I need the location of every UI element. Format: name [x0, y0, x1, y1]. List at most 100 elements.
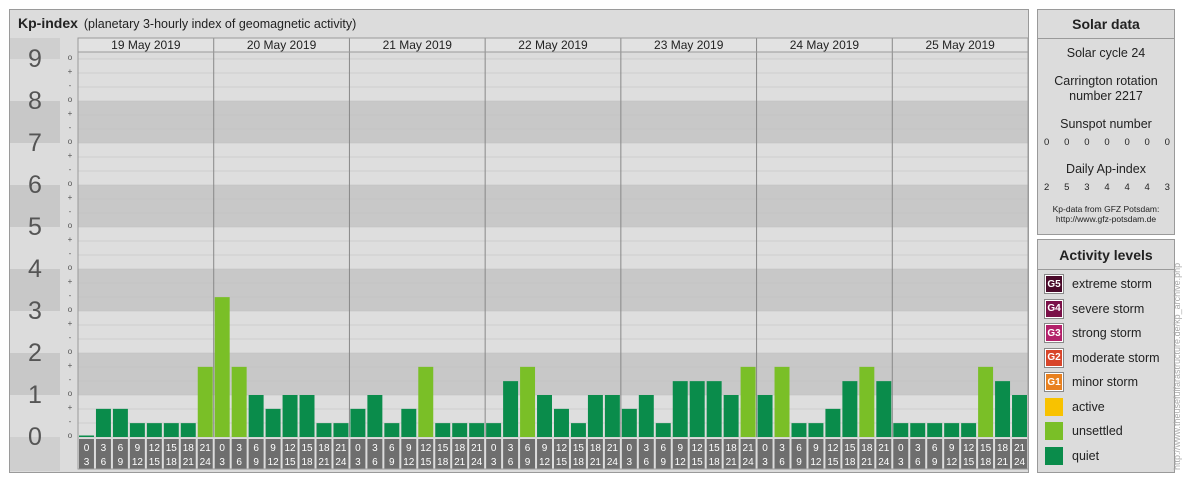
interval-end-label: 24 — [471, 457, 483, 468]
interval-end-label: 12 — [675, 457, 687, 468]
interval-start-label: 18 — [318, 443, 330, 454]
source-note-line2[interactable]: http://www.gfz-potsdam.de — [1038, 214, 1174, 224]
legend-item-severe-storm: G4 severe storm — [1044, 298, 1144, 319]
interval-start-label: 3 — [236, 443, 242, 454]
interval-end-label: 12 — [268, 457, 280, 468]
minor-tick-label: o — [68, 347, 73, 356]
minor-tick-label: + — [68, 235, 73, 244]
ap-index-values: 2 5 3 4 4 4 3 — [1044, 182, 1170, 193]
day-label: 20 May 2019 — [247, 38, 317, 52]
interval-start-label: 9 — [813, 443, 819, 454]
kp-bar-chart: o-+o-+o-+o-+o-+o-+o-+o-+o-+o0123456789 19… — [10, 37, 1028, 471]
kp-bar — [876, 381, 892, 437]
interval-start-label: 0 — [762, 443, 768, 454]
carrington-line1: Carrington rotation — [1054, 74, 1158, 88]
interval-start-label: 6 — [932, 443, 938, 454]
interval-start-label: 18 — [997, 443, 1009, 454]
kp-bar — [570, 423, 586, 437]
interval-start-label: 9 — [135, 443, 141, 454]
minor-tick-label: o — [68, 431, 73, 440]
interval-start-label: 3 — [779, 443, 785, 454]
interval-start-label: 6 — [796, 443, 802, 454]
interval-end-label: 3 — [355, 457, 361, 468]
minor-tick-label: - — [69, 417, 72, 426]
ap-value: 2 — [1044, 182, 1050, 193]
interval-start-label: 12 — [692, 443, 704, 454]
interval-end-label: 21 — [318, 457, 330, 468]
kp-bar — [350, 408, 366, 437]
minor-tick-label: - — [69, 81, 72, 90]
kp-bar — [367, 395, 383, 437]
interval-start-label: 12 — [420, 443, 432, 454]
interval-start-label: 21 — [607, 443, 619, 454]
kp-bar — [995, 381, 1011, 437]
interval-end-label: 21 — [997, 457, 1009, 468]
y-tick-label: 9 — [28, 45, 42, 73]
interval-start-label: 15 — [844, 443, 856, 454]
interval-start-label: 0 — [898, 443, 904, 454]
kp-bar — [621, 408, 637, 437]
minor-tick-label: o — [68, 179, 73, 188]
legend-item-unsettled: unsettled — [1045, 421, 1123, 441]
interval-end-label: 9 — [932, 457, 938, 468]
y-tick-label: 7 — [28, 129, 42, 157]
interval-end-label: 18 — [437, 457, 449, 468]
kp-bar — [587, 395, 603, 437]
interval-start-label: 18 — [726, 443, 738, 454]
interval-start-label: 9 — [406, 443, 412, 454]
interval-end-label: 15 — [963, 457, 975, 468]
kp-bar — [893, 423, 909, 437]
interval-end-label: 18 — [709, 457, 721, 468]
interval-start-label: 21 — [335, 443, 347, 454]
interval-start-label: 0 — [627, 443, 633, 454]
kp-chart-panel: Kp-index (planetary 3-hourly index of geo… — [9, 9, 1029, 473]
interval-end-label: 21 — [590, 457, 602, 468]
interval-start-label: 9 — [677, 443, 683, 454]
interval-end-label: 18 — [166, 457, 178, 468]
interval-start-label: 9 — [542, 443, 548, 454]
solar-cycle: Solar cycle 24 — [1066, 46, 1146, 60]
interval-end-label: 15 — [692, 457, 704, 468]
kp-bar — [282, 395, 298, 437]
legend-swatch — [1045, 446, 1063, 465]
legend-label: active — [1072, 399, 1105, 414]
minor-tick-label: - — [69, 165, 72, 174]
kp-bar — [842, 381, 858, 437]
kp-bar — [452, 423, 468, 437]
legend-swatch: G5 — [1044, 274, 1064, 294]
interval-start-label: 15 — [709, 443, 721, 454]
interval-end-label: 15 — [556, 457, 568, 468]
interval-start-label: 9 — [270, 443, 276, 454]
interval-end-label: 12 — [132, 457, 144, 468]
minor-tick-label: + — [68, 67, 73, 76]
kp-bar — [401, 408, 417, 437]
minor-tick-label: + — [68, 403, 73, 412]
sunspot-value: 0 — [1044, 137, 1050, 148]
interval-start-label: 9 — [949, 443, 955, 454]
day-label: 23 May 2019 — [654, 38, 724, 52]
minor-tick-label: - — [69, 123, 72, 132]
ap-value: 4 — [1104, 182, 1110, 193]
legend-label: quiet — [1072, 448, 1100, 463]
kp-bar — [486, 423, 502, 437]
interval-end-label: 6 — [915, 457, 921, 468]
kp-bar — [757, 395, 773, 437]
minor-tick-label: - — [69, 333, 72, 342]
activity-levels-title: Activity levels — [1059, 247, 1153, 263]
kp-bar — [740, 366, 756, 437]
interval-end-label: 6 — [236, 457, 242, 468]
interval-end-label: 9 — [796, 457, 802, 468]
minor-tick-label: o — [68, 221, 73, 230]
interval-end-label: 24 — [878, 457, 890, 468]
kp-bar — [384, 423, 400, 437]
kp-band — [78, 143, 1028, 185]
interval-end-label: 3 — [627, 457, 633, 468]
ap-value: 4 — [1124, 182, 1130, 193]
interval-start-label: 18 — [590, 443, 602, 454]
legend-label: strong storm — [1072, 326, 1142, 340]
kp-bar — [79, 435, 94, 437]
interval-end-label: 9 — [389, 457, 395, 468]
ap-value: 5 — [1064, 182, 1070, 193]
legend-label: minor storm — [1072, 375, 1138, 389]
kp-band — [78, 227, 1028, 269]
